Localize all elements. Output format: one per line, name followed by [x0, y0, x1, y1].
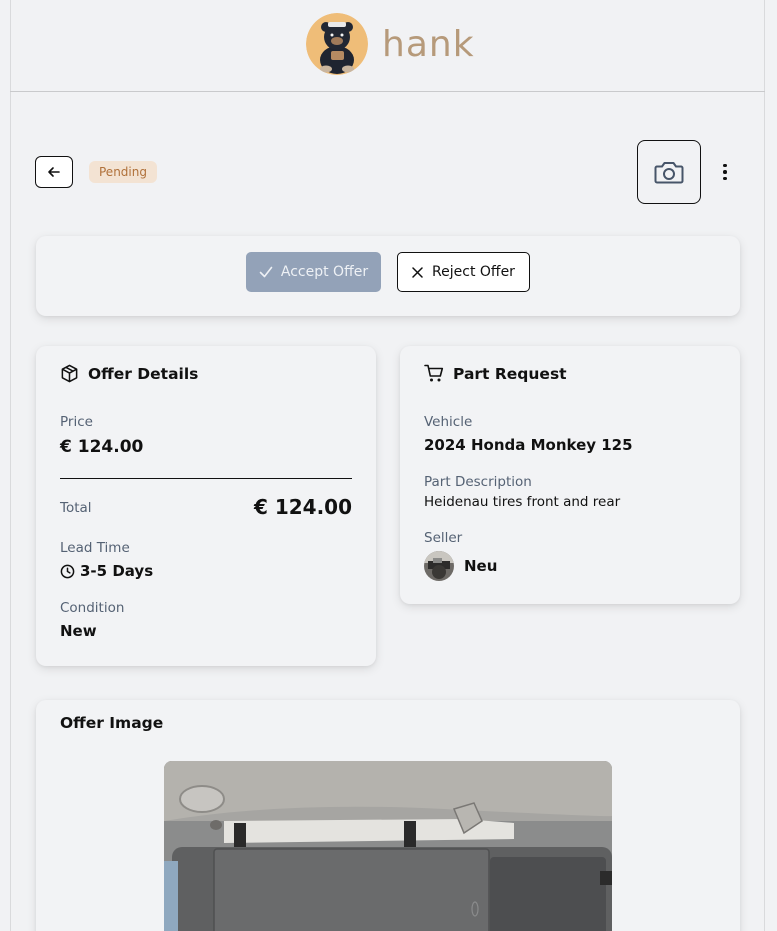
vehicle-value: 2024 Honda Monkey 125: [424, 436, 633, 454]
close-icon: [412, 266, 423, 278]
check-icon: [259, 266, 273, 278]
part-request-card: Part Request Vehicle 2024 Honda Monkey 1…: [400, 346, 740, 604]
total-label: Total: [60, 500, 92, 516]
reject-offer-label: Reject Offer: [432, 264, 515, 280]
seller-label: Seller: [424, 530, 463, 546]
package-icon: [61, 364, 78, 383]
status-badge: Pending: [89, 161, 157, 183]
clock-icon: [60, 564, 75, 578]
shopping-cart-icon: [424, 364, 444, 382]
reject-offer-button[interactable]: Reject Offer: [397, 252, 530, 292]
brand-logo[interactable]: hank: [306, 10, 475, 78]
more-vertical-icon: [723, 163, 727, 168]
price-value: € 124.00: [60, 437, 144, 457]
accept-offer-label: Accept Offer: [280, 264, 369, 280]
part-request-title: Part Request: [424, 364, 567, 383]
arrow-left-icon: [48, 167, 60, 177]
lead-time-label: Lead Time: [60, 540, 130, 556]
camera-button[interactable]: [637, 140, 701, 204]
lead-time-row: 3-5 Days: [60, 562, 153, 580]
offer-details-card: Offer Details Price € 124.00 Total € 124…: [36, 346, 376, 666]
accept-offer-button[interactable]: Accept Offer: [246, 252, 381, 292]
more-options-button[interactable]: [716, 160, 734, 184]
bear-mascot-icon: [306, 13, 368, 75]
offer-image-title: Offer Image: [60, 714, 164, 732]
price-label: Price: [60, 414, 93, 430]
part-description-label: Part Description: [424, 474, 532, 490]
brand-name: hank: [382, 23, 475, 65]
lead-time-value: 3-5 Days: [80, 562, 154, 580]
seller-name: Neu: [464, 557, 498, 575]
vehicle-label: Vehicle: [424, 414, 473, 430]
condition-value: New: [60, 622, 97, 640]
offer-details-title: Offer Details: [60, 364, 198, 383]
total-value: € 124.00: [253, 495, 352, 519]
offer-image[interactable]: [164, 761, 612, 931]
offer-actions-card: Accept Offer Reject Offer: [36, 236, 740, 316]
condition-label: Condition: [60, 600, 125, 616]
divider: [60, 478, 352, 479]
part-description-value: Heidenau tires front and rear: [424, 494, 621, 510]
back-button[interactable]: [35, 156, 73, 188]
offer-image-card: Offer Image: [36, 700, 740, 931]
app-header: hank: [10, 0, 765, 92]
avatar: [424, 551, 454, 581]
seller-row[interactable]: Neu: [424, 551, 497, 581]
camera-icon: [654, 162, 684, 184]
